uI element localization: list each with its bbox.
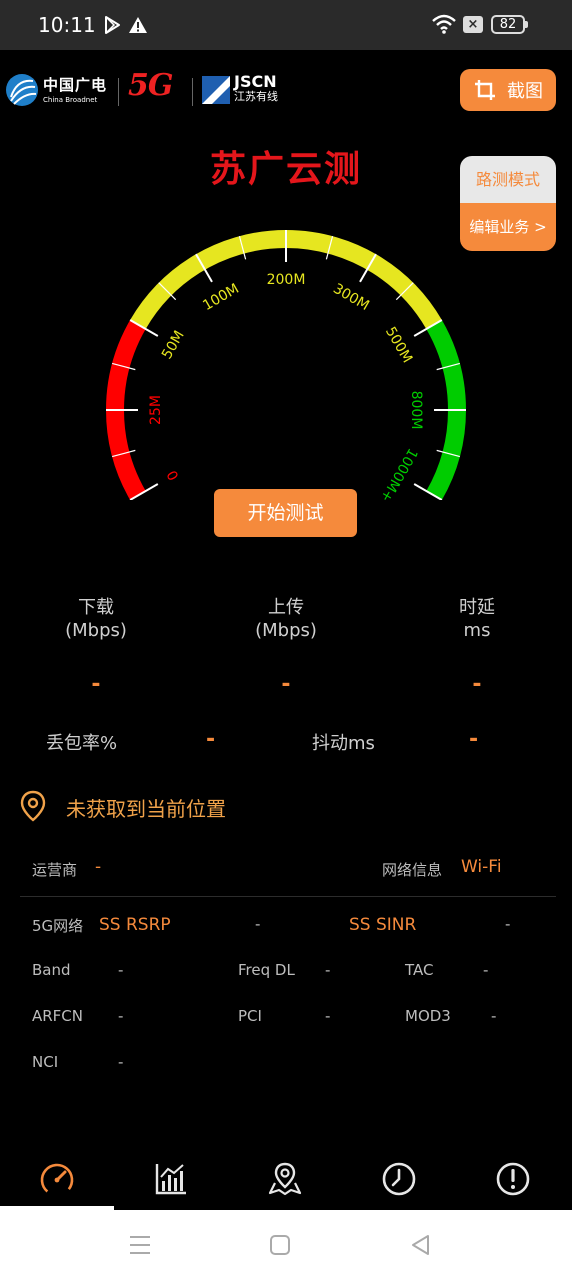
status-time: 10:11: [38, 13, 96, 37]
ss-rsrp-value: -: [255, 915, 261, 933]
net-info-value: Wi-Fi: [461, 857, 502, 877]
system-nav-bar: [0, 1210, 572, 1280]
info-exclamation-icon: [496, 1162, 530, 1196]
back-icon[interactable]: [408, 1232, 434, 1258]
gauge-tick-label: 100M: [200, 281, 242, 314]
gauge-tick-label: 25M: [148, 395, 164, 425]
arfcn-label: ARFCN: [32, 1007, 84, 1025]
tab-speed-test[interactable]: [0, 1148, 114, 1210]
gauge-tick-label: 1000M+: [377, 445, 421, 500]
play-store-icon: [105, 16, 120, 34]
download-label: 下载: [78, 597, 114, 618]
map-pin-icon: [268, 1162, 302, 1196]
jscn-logo-text: JSCN 江苏有线: [234, 72, 278, 104]
download-metric: 下载 (Mbps): [26, 596, 166, 642]
road-test-mode-button[interactable]: 路测模式: [460, 156, 556, 203]
logo-cb-cn: 中国广电: [43, 76, 108, 94]
location-pin-icon: [20, 790, 46, 822]
upload-value: -: [281, 672, 291, 697]
latency-metric: 时延 ms: [407, 596, 547, 642]
screenshot-button[interactable]: 截图: [460, 69, 556, 111]
screenshot-label: 截图: [507, 81, 543, 102]
bottom-tab-bar: [0, 1148, 572, 1210]
ss-rsrp-label: SS RSRP: [99, 915, 171, 935]
logo-jscn-en: JSCN: [234, 72, 277, 91]
china-broadnet-logo-text: 中国广电 China Broadnet: [43, 74, 107, 104]
logo-5g: 5G: [128, 68, 173, 103]
logo-jscn-cn: 江苏有线: [234, 90, 278, 103]
gauge-tick-label: 300M: [330, 281, 372, 314]
jscn-logo-icon: [202, 76, 230, 104]
net-info-label: 网络信息: [382, 861, 443, 879]
fiveg-label: 5G网络: [32, 917, 84, 935]
gauge-tick-label: 800M: [408, 391, 424, 430]
tac-label: TAC: [405, 961, 434, 979]
battery-icon: 82: [491, 15, 528, 34]
status-bar: 10:11 × 82: [0, 0, 572, 50]
pci-label: PCI: [238, 1007, 262, 1025]
start-test-button[interactable]: 开始测试: [214, 489, 357, 537]
freq-dl-value: -: [325, 961, 331, 979]
gauge-tick-label: 200M: [267, 272, 306, 288]
mod3-value: -: [491, 1007, 497, 1025]
mod3-label: MOD3: [405, 1007, 451, 1025]
packet-loss-value: -: [206, 727, 216, 752]
jitter-label: 抖动ms: [312, 733, 375, 754]
china-broadnet-logo-icon: [6, 74, 38, 106]
gauge-tick-label: 500M: [382, 324, 415, 366]
packet-loss-label: 丢包率%: [46, 733, 118, 754]
band-value: -: [118, 961, 124, 979]
tab-history[interactable]: [342, 1148, 456, 1210]
nci-value: -: [118, 1053, 124, 1071]
upload-metric: 上传 (Mbps): [216, 596, 356, 642]
tac-value: -: [483, 961, 489, 979]
tab-about[interactable]: [456, 1148, 570, 1210]
nci-label: NCI: [32, 1053, 59, 1071]
gauge-tick-label: 50M: [159, 328, 188, 362]
logo-cb-en: China Broadnet: [43, 96, 98, 104]
latency-label: 时延: [459, 597, 495, 618]
band-label: Band: [32, 961, 71, 979]
home-icon[interactable]: [267, 1232, 293, 1258]
operator-value: -: [95, 857, 102, 877]
freq-dl-label: Freq DL: [238, 961, 295, 979]
pci-value: -: [325, 1007, 331, 1025]
logo-divider: [118, 78, 119, 106]
download-unit: (Mbps): [65, 620, 127, 641]
crop-icon: [475, 80, 495, 100]
history-clock-icon: [382, 1162, 416, 1196]
logo-divider: [192, 78, 193, 106]
menu-icon[interactable]: [127, 1232, 153, 1258]
gauge-tick-label: 0: [164, 467, 182, 483]
arfcn-value: -: [118, 1007, 124, 1025]
warning-icon: [129, 17, 147, 33]
operator-label: 运营商: [32, 861, 78, 879]
latency-unit: ms: [463, 620, 491, 641]
speedometer-icon: [40, 1163, 74, 1197]
divider: [20, 896, 556, 897]
tab-map[interactable]: [228, 1148, 342, 1210]
ss-sinr-label: SS SINR: [349, 915, 417, 935]
jitter-value: -: [469, 727, 479, 752]
download-value: -: [91, 672, 101, 697]
wifi-icon: [432, 14, 456, 34]
location-status: 未获取到当前位置: [66, 797, 226, 821]
tab-statistics[interactable]: [114, 1148, 228, 1210]
ss-sinr-value: -: [505, 915, 511, 933]
latency-value: -: [472, 672, 482, 697]
upload-label: 上传: [268, 597, 304, 618]
close-box-icon: ×: [463, 16, 483, 33]
bar-chart-icon: [155, 1164, 186, 1195]
speed-gauge: 0 25M 50M 100M 200M 300M 500M 800M 1000M+: [106, 230, 466, 500]
upload-unit: (Mbps): [255, 620, 317, 641]
